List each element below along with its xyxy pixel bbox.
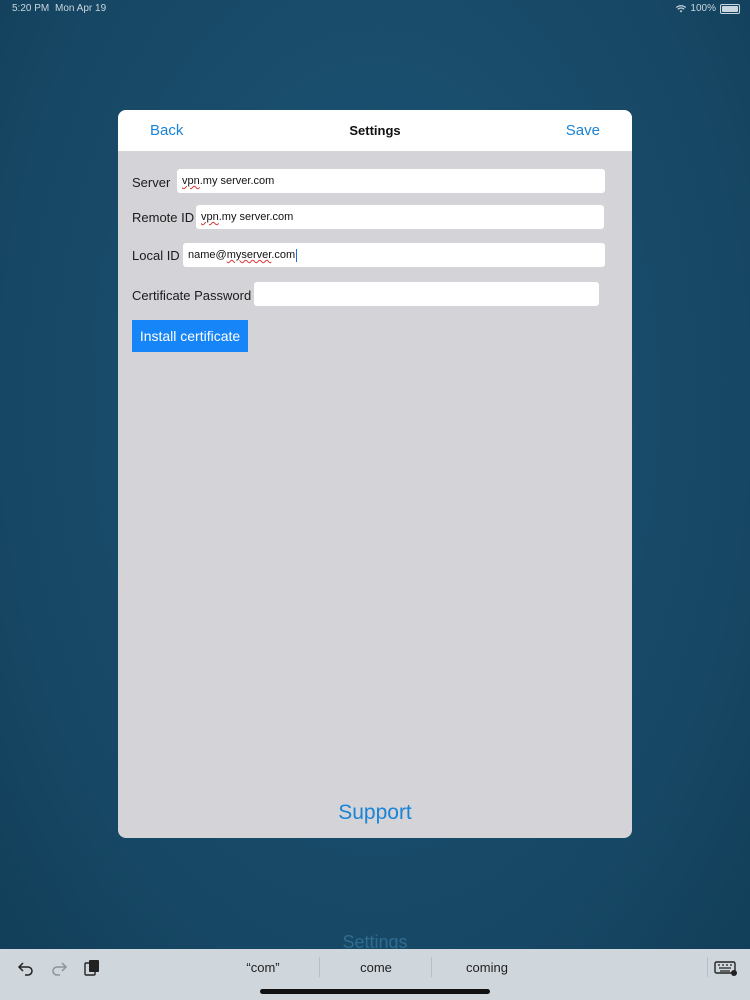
paste-icon[interactable] (83, 959, 101, 977)
status-bar: 5:20 PM Mon Apr 19 100% (0, 0, 750, 18)
certificate-password-field[interactable] (254, 282, 599, 306)
status-time: 5:20 PM (12, 3, 50, 14)
redo-icon[interactable] (50, 959, 68, 977)
page-title: Settings (349, 123, 401, 138)
server-field[interactable]: vpn.my server.com (177, 169, 605, 193)
undo-icon[interactable] (17, 959, 35, 977)
wifi-icon (676, 4, 687, 12)
navbar: Back Settings Save (118, 110, 632, 151)
local-id-value-a: name@ (188, 249, 227, 261)
server-label: Server (132, 175, 171, 190)
battery-percent: 100% (690, 3, 716, 14)
keyboard-dismiss-icon[interactable] (714, 959, 738, 977)
suggestion-divider (431, 957, 432, 977)
local-id-field[interactable]: name@myserver.com (183, 243, 605, 267)
status-right: 100% (676, 3, 740, 14)
settings-modal: Back Settings Save Server vpn.my server.… (118, 110, 632, 838)
text-caret (296, 248, 298, 262)
home-indicator[interactable] (260, 989, 490, 994)
install-certificate-button[interactable]: Install certificate (132, 320, 248, 352)
save-button[interactable]: Save (566, 122, 600, 139)
support-link[interactable]: Support (118, 801, 632, 825)
suggestion-1[interactable]: “com” (230, 960, 296, 975)
keyboard-divider (707, 957, 708, 977)
remote-id-value-prefix: vpn (201, 211, 219, 223)
suggestion-divider (319, 957, 320, 977)
remote-id-label: Remote ID (132, 210, 195, 225)
local-id-value-c: .com (271, 249, 296, 261)
certificate-password-label: Certificate Password (132, 288, 252, 303)
remote-id-value-rest: .my server.com (218, 211, 294, 223)
local-id-value-b: myserver (226, 249, 272, 261)
status-date: Mon Apr 19 (55, 3, 107, 14)
local-id-label: Local ID (132, 248, 180, 263)
server-value-prefix: vpn (182, 175, 200, 187)
server-value-rest: .my server.com (199, 175, 275, 187)
remote-id-field[interactable]: vpn.my server.com (196, 205, 604, 229)
suggestion-3[interactable]: coming (455, 960, 519, 975)
suggestion-2[interactable]: come (345, 960, 407, 975)
battery-icon (720, 3, 740, 14)
